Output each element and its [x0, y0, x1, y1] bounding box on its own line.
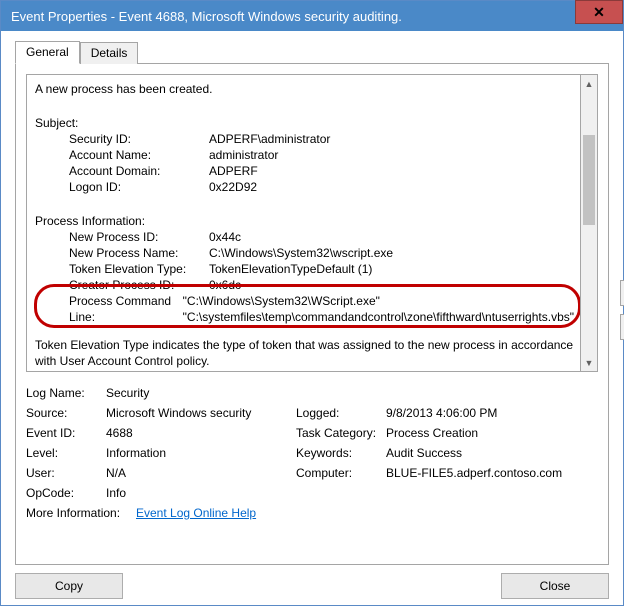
computer-label: Computer:: [296, 466, 386, 480]
tab-strip: General Details: [15, 41, 609, 63]
bottom-button-bar: Copy Close: [15, 565, 609, 599]
tab-details[interactable]: Details: [80, 42, 139, 64]
user-label: User:: [26, 466, 106, 480]
logon-id-label: Logon ID:: [35, 179, 209, 195]
level-value: Information: [106, 446, 296, 460]
more-info-label: More Information:: [26, 506, 136, 520]
nav-arrows: 🡅 🡇: [620, 280, 624, 340]
process-info-heading: Process Information:: [35, 213, 574, 229]
description-scrollbar[interactable]: ▲ ▼: [581, 74, 598, 372]
computer-value: BLUE-FILE5.adperf.contoso.com: [386, 466, 598, 480]
security-id-label: Security ID:: [35, 131, 209, 147]
logon-id-value: 0x22D92: [209, 179, 257, 195]
window-title: Event Properties - Event 4688, Microsoft…: [11, 9, 575, 24]
cmdline-label: Process Command Line:: [35, 293, 183, 325]
logged-label: Logged:: [296, 406, 386, 420]
cmdline-value: "C:\Windows\System32\WScript.exe" "C:\sy…: [183, 293, 574, 325]
logged-value: 9/8/2013 4:06:00 PM: [386, 406, 598, 420]
event-properties-window: Event Properties - Event 4688, Microsoft…: [0, 0, 624, 606]
keywords-value: Audit Success: [386, 446, 598, 460]
task-category-label: Task Category:: [296, 426, 386, 440]
event-description-box: A new process has been created. Subject:…: [26, 74, 581, 372]
event-log-online-help-link[interactable]: Event Log Online Help: [136, 506, 256, 520]
subject-heading: Subject:: [35, 115, 574, 131]
copy-button[interactable]: Copy: [15, 573, 123, 599]
next-event-button[interactable]: 🡇: [620, 314, 624, 340]
level-label: Level:: [26, 446, 106, 460]
log-name-value: Security: [106, 386, 296, 400]
keywords-label: Keywords:: [296, 446, 386, 460]
new-pid-value: 0x44c: [209, 229, 241, 245]
account-domain-value: ADPERF: [209, 163, 258, 179]
close-icon[interactable]: ✕: [575, 0, 623, 24]
source-label: Source:: [26, 406, 106, 420]
account-name-label: Account Name:: [35, 147, 209, 163]
close-button[interactable]: Close: [501, 573, 609, 599]
account-name-value: administrator: [209, 147, 278, 163]
source-value: Microsoft Windows security: [106, 406, 296, 420]
titlebar[interactable]: Event Properties - Event 4688, Microsoft…: [1, 1, 623, 31]
opcode-value: Info: [106, 486, 296, 500]
token-elev-label: Token Elevation Type:: [35, 261, 209, 277]
creator-pid-value: 0x6dc: [209, 277, 241, 293]
tab-panel-general: 🡅 🡇 A new process has been created. Subj…: [15, 63, 609, 565]
event-id-label: Event ID:: [26, 426, 106, 440]
property-grid: Log Name: Security Source: Microsoft Win…: [26, 386, 598, 526]
prev-event-button[interactable]: 🡅: [620, 280, 624, 306]
tab-general[interactable]: General: [15, 41, 80, 64]
new-pname-label: New Process Name:: [35, 245, 209, 261]
client-area: General Details 🡅 🡇 A new process has be…: [1, 31, 623, 605]
new-pid-label: New Process ID:: [35, 229, 209, 245]
new-pname-value: C:\Windows\System32\wscript.exe: [209, 245, 393, 261]
creator-pid-label: Creator Process ID:: [35, 277, 209, 293]
log-name-label: Log Name:: [26, 386, 106, 400]
scroll-down-icon[interactable]: ▼: [581, 354, 597, 371]
created-line: A new process has been created.: [35, 81, 574, 97]
account-domain-label: Account Domain:: [35, 163, 209, 179]
security-id-value: ADPERF\administrator: [209, 131, 330, 147]
task-category-value: Process Creation: [386, 426, 598, 440]
event-id-value: 4688: [106, 426, 296, 440]
opcode-label: OpCode:: [26, 486, 106, 500]
user-value: N/A: [106, 466, 296, 480]
token-elev-value: TokenElevationTypeDefault (1): [209, 261, 372, 277]
scroll-up-icon[interactable]: ▲: [581, 75, 597, 92]
token-elevation-footnote: Token Elevation Type indicates the type …: [35, 337, 574, 369]
scroll-thumb[interactable]: [583, 135, 595, 225]
